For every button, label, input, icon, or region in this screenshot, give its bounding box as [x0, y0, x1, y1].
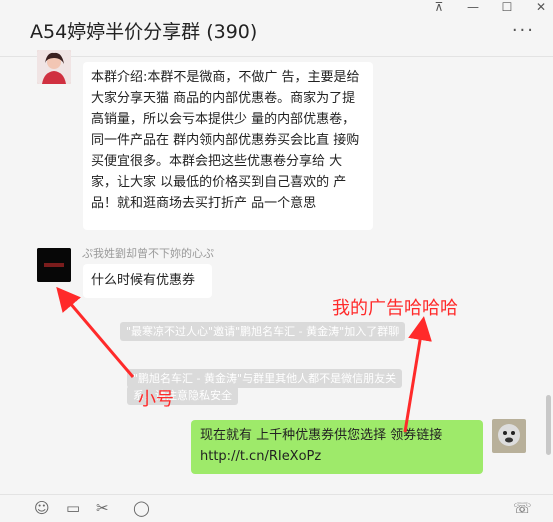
scissors-icon[interactable]: ✂: [96, 499, 109, 517]
annotation-alt-label: 小号: [138, 389, 174, 410]
phone-icon[interactable]: ☏: [513, 499, 532, 517]
chat-history-icon[interactable]: ◯: [133, 499, 150, 517]
scrollbar[interactable]: [546, 395, 551, 455]
folder-icon[interactable]: ▭: [66, 499, 80, 517]
annotation-ad-label: 我的广告哈哈哈: [332, 298, 458, 319]
annotation-arrow-alt: [56, 286, 135, 378]
emoji-icon[interactable]: ☺: [34, 499, 50, 517]
annotation-arrow-ad: [403, 316, 432, 433]
input-toolbar: ☺ ▭ ✂ ◯ ☏: [0, 494, 553, 522]
annotation-arrows: [56, 286, 432, 433]
